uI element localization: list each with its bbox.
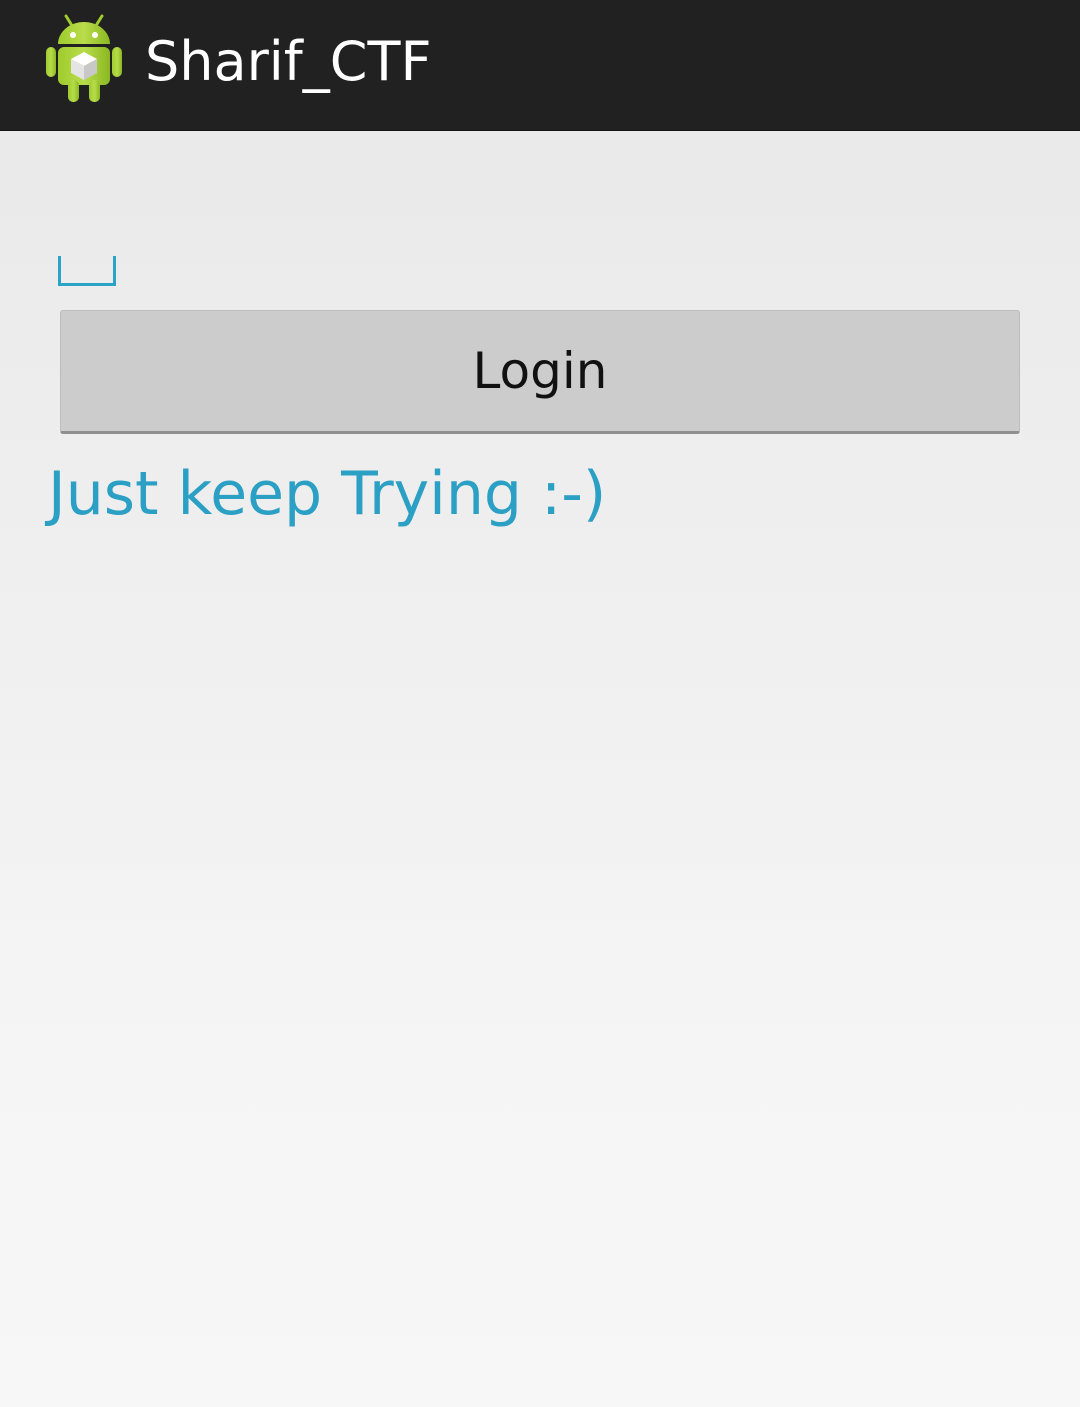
status-message: Just keep Trying :-) <box>48 459 607 529</box>
action-bar: Sharif_CTF <box>0 0 1080 131</box>
password-input[interactable] <box>58 256 116 286</box>
android-robot-icon <box>46 14 122 102</box>
login-button[interactable]: Login <box>60 310 1020 434</box>
app-title: Sharif_CTF <box>145 30 432 93</box>
